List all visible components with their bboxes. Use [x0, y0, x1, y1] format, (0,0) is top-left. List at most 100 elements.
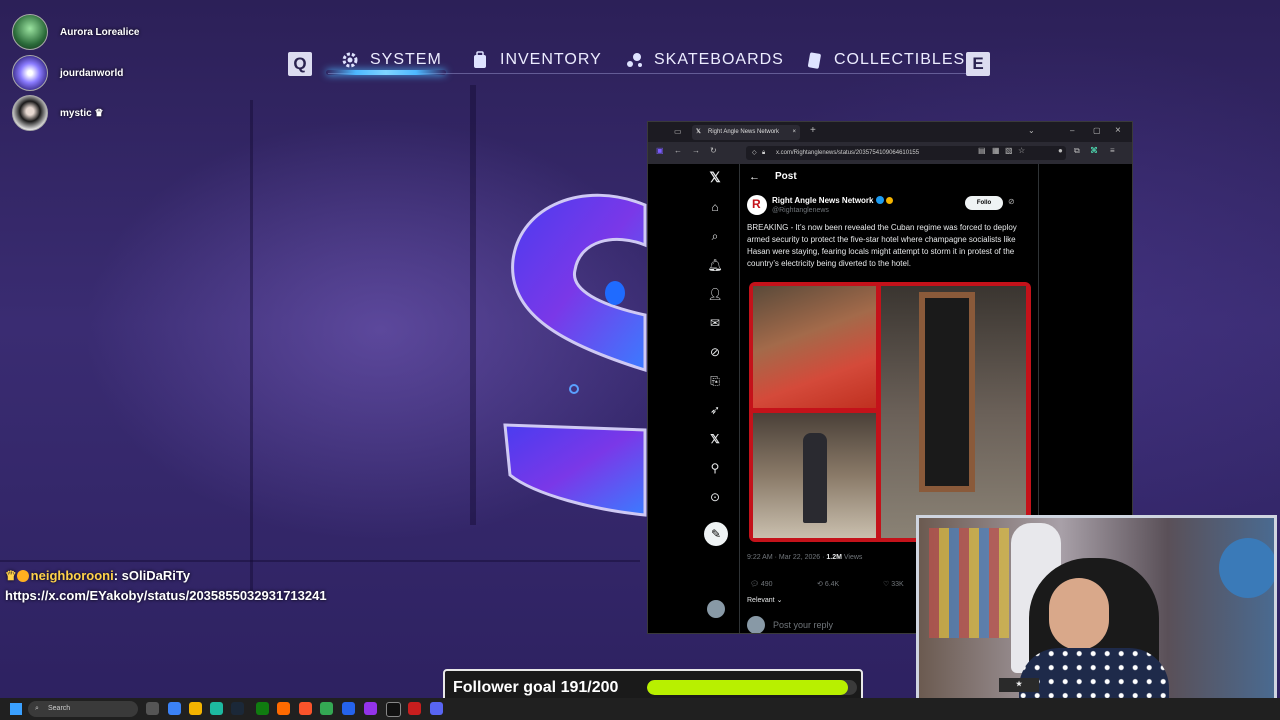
tab-skateboards[interactable]: SKATEBOARDS	[624, 46, 784, 74]
windows-start-icon[interactable]	[10, 703, 22, 715]
next-tab-key[interactable]: E	[966, 52, 990, 76]
tab-inventory[interactable]: INVENTORY	[470, 46, 602, 74]
terminal-icon[interactable]	[386, 702, 401, 717]
sidebar-toggle-icon[interactable]: ▣	[656, 146, 664, 155]
reply-button[interactable]: 💬︎ 490	[750, 580, 773, 588]
viewer-item: Aurora Lorealice	[12, 14, 139, 50]
wall-edge	[470, 85, 476, 525]
forward-icon[interactable]: →	[692, 146, 700, 155]
close-tab-icon[interactable]: ×	[792, 125, 796, 140]
grok-icon[interactable]: ⊘	[704, 341, 726, 363]
bell-icon[interactable]: 🔔︎	[704, 254, 726, 276]
xbox-icon[interactable]	[256, 702, 269, 715]
repost-button[interactable]: ⟲ 6.4K	[817, 580, 839, 588]
game-top-nav: Q E SYSTEM INVENTORY SKATEBOARDS COLLECT…	[288, 44, 1008, 84]
maximize-icon[interactable]: ▢	[1093, 126, 1101, 135]
author-name[interactable]: Right Angle News Network	[772, 196, 893, 205]
page-title: Post	[775, 171, 797, 182]
prev-tab-key[interactable]: Q	[288, 52, 312, 76]
media-photo	[753, 286, 876, 408]
graffiti-art	[503, 193, 647, 517]
app-icon[interactable]	[408, 702, 421, 715]
sub-badge-icon	[16, 570, 29, 582]
tweet-media[interactable]	[749, 282, 1031, 542]
chevron-down-icon[interactable]: ⌄	[1028, 126, 1035, 135]
extension-icon[interactable]: ●	[1058, 146, 1063, 155]
minimize-icon[interactable]: –	[1070, 126, 1074, 135]
pip-icon[interactable]: ▧	[1005, 146, 1013, 155]
viewer-item: jourdanworld	[12, 55, 123, 91]
viewer-name: Aurora Lorealice	[60, 26, 140, 38]
bookmark-icon[interactable]: ⎘	[704, 370, 726, 392]
edge-icon[interactable]	[210, 702, 223, 715]
verified-badge-icon	[875, 196, 884, 204]
tab-collectibles[interactable]: COLLECTIBLES	[804, 46, 965, 74]
tab-system[interactable]: SYSTEM	[340, 46, 442, 74]
task-view-icon[interactable]	[146, 702, 159, 715]
x-logo-icon[interactable]: 𝕏	[704, 166, 726, 188]
media-photo	[881, 286, 1026, 538]
follower-goal-bar	[647, 680, 857, 695]
extension-2-icon[interactable]: ⌘	[1090, 146, 1098, 155]
puzzle-icon[interactable]: ⧉	[1074, 146, 1080, 156]
compose-post-icon[interactable]: ✎	[704, 522, 728, 546]
x-premium-icon[interactable]: 𝕏	[704, 428, 726, 450]
browser-tab-bar: ▭ 𝕏 Right Angle News Network × + ⌄ – ▢ ×	[648, 122, 1132, 142]
windows-taskbar: ⌕ Search	[0, 698, 1280, 720]
screenshot-icon[interactable]: ▦	[992, 146, 1000, 155]
avatar	[12, 95, 48, 131]
close-window-icon[interactable]: ×	[1115, 125, 1121, 136]
x-favicon-icon: 𝕏	[696, 129, 701, 135]
shield-icon: ◇	[752, 150, 757, 156]
browser-toolbar: ▣ ← → ↻ ◇ 🔒︎ x.com/Rightanglenews/status…	[648, 142, 1132, 164]
menu-icon[interactable]: ≡	[1110, 146, 1115, 155]
browser-tab[interactable]: 𝕏 Right Angle News Network ×	[692, 125, 800, 140]
file-explorer-icon[interactable]	[189, 702, 202, 715]
back-arrow-icon[interactable]: ←	[749, 171, 760, 183]
wall-edge	[250, 100, 253, 600]
people-icon[interactable]: 👤︎	[704, 283, 726, 305]
search-icon[interactable]: ⌕	[704, 225, 726, 247]
follow-button[interactable]: Follo	[965, 196, 1003, 210]
chat-message: ♛ neighborooni: sOliDaRiTy	[5, 568, 191, 583]
app-icon[interactable]	[168, 702, 181, 715]
account-avatar[interactable]	[707, 600, 725, 618]
chat-link: https://x.com/EYakoby/status/20358550329…	[5, 588, 327, 603]
like-button[interactable]: ♡ 33K	[883, 580, 904, 588]
more-icon[interactable]: ⊙	[704, 486, 726, 508]
media-photo	[753, 413, 876, 538]
new-tab-icon[interactable]: +	[810, 125, 816, 136]
viewer-name: jourdanworld	[60, 67, 124, 79]
sort-replies-dropdown[interactable]: Relevant ⌄	[747, 596, 782, 604]
rocket-icon[interactable]: ➶	[704, 399, 726, 421]
reply-input[interactable]: Post your reply	[773, 620, 833, 630]
profile-icon[interactable]: ⚲	[704, 457, 726, 479]
crown-icon: ♛	[5, 568, 17, 583]
grok-explain-icon[interactable]: ⊘	[1008, 197, 1015, 206]
taskbar-search[interactable]: ⌕ Search	[28, 701, 138, 717]
floor-edge	[0, 560, 640, 562]
discord-icon[interactable]	[430, 702, 443, 715]
reload-icon[interactable]: ↻	[710, 146, 717, 155]
mail-icon[interactable]: ✉	[704, 312, 726, 334]
app-icon[interactable]	[320, 702, 333, 715]
gear-icon	[342, 52, 358, 68]
brave-icon[interactable]	[299, 702, 312, 715]
reader-icon[interactable]: ▤	[978, 146, 986, 155]
back-icon[interactable]: ←	[674, 146, 682, 155]
affiliate-badge-icon	[885, 197, 893, 204]
author-handle: @Rightanglenews	[772, 207, 829, 214]
viewer-name: mystic ♛	[60, 107, 104, 119]
author-avatar[interactable]: R	[747, 195, 767, 215]
firefox-icon[interactable]	[277, 702, 290, 715]
viewer-item: mystic ♛	[12, 95, 103, 131]
tab-list-icon[interactable]: ▭	[674, 127, 682, 136]
follower-goal-label: Follower goal 191/200	[453, 679, 619, 696]
bookmark-star-icon[interactable]: ☆	[1018, 146, 1025, 155]
home-icon[interactable]: ⌂	[704, 196, 726, 218]
steam-icon[interactable]	[231, 702, 244, 715]
tweet-timestamp: 9:22 AM · Mar 22, 2026 · 1.2M Views	[747, 554, 863, 561]
app-icon[interactable]	[364, 702, 377, 715]
app-icon[interactable]	[342, 702, 355, 715]
chat-overlay: ♛ neighborooni: sOliDaRiTy https://x.com/…	[5, 568, 327, 603]
